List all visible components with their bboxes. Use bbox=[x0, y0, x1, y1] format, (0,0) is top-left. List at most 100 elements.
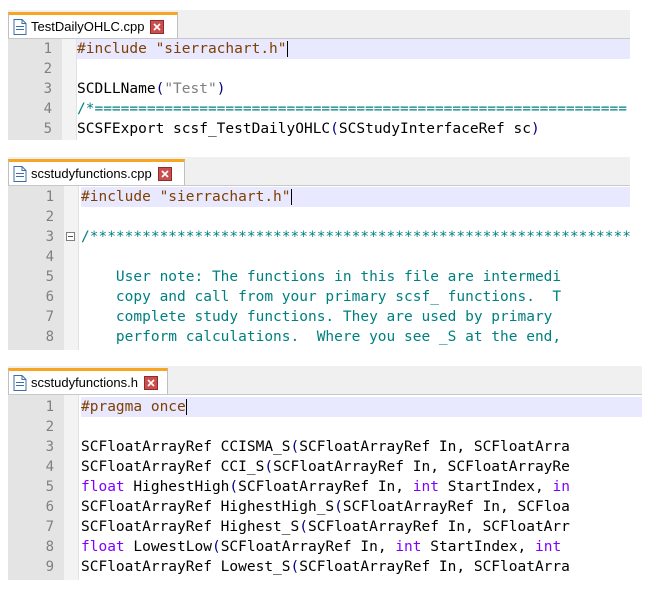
current-line[interactable]: #include "sierrachart.h" bbox=[77, 39, 630, 59]
code-line-text: #include "sierrachart.h" bbox=[77, 39, 288, 59]
code-token: SCFloatArrayRef In, SCFloatArra bbox=[299, 559, 570, 575]
tab-bar: scstudyfunctions.h bbox=[8, 366, 642, 395]
fold-margin bbox=[64, 186, 79, 350]
code-line-text: /*======================================… bbox=[77, 99, 627, 119]
code-line[interactable] bbox=[81, 417, 642, 437]
line-number: 3 bbox=[8, 227, 64, 247]
code-line[interactable]: SCFloatArrayRef HighestHigh_S(SCFloatArr… bbox=[81, 497, 642, 517]
current-line[interactable]: #pragma once bbox=[81, 397, 642, 417]
code-token: SCFloatArrayRef In, bbox=[220, 539, 396, 555]
line-number: 7 bbox=[8, 307, 64, 327]
code-token: SCFloatArrayRef In, SCFloatArr bbox=[307, 519, 570, 535]
code-token: User note: The functions in this file ar… bbox=[81, 269, 562, 285]
code-token: SCSFExport scsf_TestDailyOHLC bbox=[77, 121, 331, 137]
line-number: 1 bbox=[8, 39, 62, 59]
code-line[interactable]: SCFloatArrayRef CCISMA_S(SCFloatArrayRef… bbox=[81, 437, 642, 457]
current-line[interactable]: #include "sierrachart.h" bbox=[81, 187, 630, 207]
code-token: StartIndex, bbox=[421, 539, 536, 555]
line-number-text: 8 bbox=[45, 329, 54, 345]
code-line[interactable]: SCSFExport scsf_TestDailyOHLC(SCStudyInt… bbox=[77, 119, 630, 139]
code-line[interactable] bbox=[81, 207, 630, 227]
tab-bar: scstudyfunctions.cpp bbox=[8, 157, 630, 186]
code-token: ( bbox=[334, 499, 343, 515]
line-number: 1 bbox=[8, 187, 64, 207]
tab-title: scstudyfunctions.cpp bbox=[31, 166, 152, 181]
tab-title: scstudyfunctions.h bbox=[31, 375, 138, 390]
code-token: float bbox=[81, 479, 125, 495]
close-icon[interactable] bbox=[143, 375, 158, 390]
code-line-text: #include "sierrachart.h" bbox=[81, 187, 292, 207]
line-number-text: 6 bbox=[45, 289, 54, 305]
code-token: #include "sierrachart.h" bbox=[81, 189, 291, 205]
line-number-gutter: 1 2 3 4 5 6 7 8 9 bbox=[8, 395, 64, 580]
code-token: SCFloatArrayRef In, SCFloatArrayRe bbox=[273, 459, 570, 475]
line-number-text: 5 bbox=[43, 121, 52, 137]
code-line[interactable]: float HighestHigh(SCFloatArrayRef In, in… bbox=[81, 477, 642, 497]
code-token: int bbox=[412, 479, 439, 495]
code-line-text: SCFloatArrayRef CCISMA_S(SCFloatArrayRef… bbox=[81, 437, 570, 457]
code-token: #include "sierrachart.h" bbox=[77, 41, 287, 57]
code-token: ( bbox=[290, 439, 300, 455]
code-token: "Test" bbox=[164, 81, 217, 97]
line-number: 1 bbox=[8, 397, 64, 417]
line-number-text: 2 bbox=[43, 61, 52, 77]
tab-scstudyfunctions-cpp[interactable]: scstudyfunctions.cpp bbox=[8, 159, 185, 185]
fold-margin bbox=[64, 395, 79, 580]
code-line[interactable]: SCFloatArrayRef CCI_S(SCFloatArrayRef In… bbox=[81, 457, 642, 477]
code-area[interactable]: #pragma once SCFloatArrayRef CCISMA_S(SCF… bbox=[81, 395, 642, 580]
code-line-text: float LowestLow(SCFloatArrayRef In, int … bbox=[81, 537, 561, 557]
code-token: ( bbox=[330, 121, 339, 137]
code-token: SCFloatArrayRef In, SCFloa bbox=[342, 499, 570, 515]
line-number: 2 bbox=[8, 417, 64, 437]
tab-testdailyohlc-cpp[interactable]: TestDailyOHLC.cpp bbox=[8, 12, 178, 38]
line-number-text: 7 bbox=[45, 519, 54, 535]
code-token: int bbox=[535, 539, 562, 555]
code-line[interactable]: SCFloatArrayRef Lowest_S(SCFloatArrayRef… bbox=[81, 557, 642, 577]
line-number-text: 4 bbox=[43, 101, 52, 117]
code-token: SCStudyInterfaceRef sc bbox=[338, 121, 531, 137]
code-area[interactable]: #include "sierrachart.h" SCDLLName("Test"… bbox=[77, 39, 630, 140]
code-token: SCFloatArrayRef CCI_S bbox=[81, 459, 265, 475]
code-line[interactable]: complete study functions. They are used … bbox=[81, 307, 630, 327]
close-icon[interactable] bbox=[150, 19, 165, 34]
code-line[interactable]: /*======================================… bbox=[77, 99, 630, 119]
code-token: SCDLLName bbox=[77, 81, 156, 97]
code-token: ( bbox=[229, 479, 239, 495]
code-area[interactable]: #include "sierrachart.h" /***************… bbox=[81, 186, 630, 350]
code-line[interactable]: /***************************************… bbox=[81, 227, 630, 247]
code-editor[interactable]: 1 2 3 4 5 6 7 8 #include "sierrachart.h" /******… bbox=[8, 186, 630, 350]
line-number: 8 bbox=[8, 537, 64, 557]
line-number-gutter: 1 2 3 4 5 bbox=[8, 39, 62, 140]
code-token: /*======================================… bbox=[77, 101, 627, 117]
line-number-text: 2 bbox=[45, 209, 54, 225]
code-line-text: SCFloatArrayRef CCI_S(SCFloatArrayRef In… bbox=[81, 457, 570, 477]
line-number-text: 4 bbox=[45, 249, 54, 265]
line-number: 4 bbox=[8, 99, 62, 119]
code-editor[interactable]: 1 2 3 4 5 6 7 8 9 #pragma once SCFloatArrayRef CC… bbox=[8, 395, 642, 580]
fold-minus-icon[interactable] bbox=[66, 232, 75, 241]
tab-title: TestDailyOHLC.cpp bbox=[31, 19, 145, 34]
code-editor[interactable]: 12345 #include "sierrachart.h" SCDLLName(… bbox=[8, 39, 630, 140]
line-number: 2 bbox=[8, 207, 64, 227]
code-line[interactable]: SCFloatArrayRef Highest_S(SCFloatArrayRe… bbox=[81, 517, 642, 537]
code-token: ) bbox=[530, 121, 540, 137]
code-token: SCFloatArrayRef CCISMA_S bbox=[81, 439, 291, 455]
code-line[interactable] bbox=[81, 247, 630, 267]
code-line[interactable]: SCDLLName("Test") bbox=[77, 79, 630, 99]
code-token: ( bbox=[155, 81, 165, 97]
code-line[interactable]: User note: The functions in this file ar… bbox=[81, 267, 630, 287]
code-line[interactable] bbox=[77, 59, 630, 79]
code-token: SCFloatArrayRef In, bbox=[238, 479, 413, 495]
code-token: HighestHigh bbox=[124, 479, 230, 495]
code-line-text: SCSFExport scsf_TestDailyOHLC(SCStudyInt… bbox=[77, 119, 540, 139]
code-line[interactable]: float LowestLow(SCFloatArrayRef In, int … bbox=[81, 537, 642, 557]
line-number-text: 1 bbox=[45, 399, 54, 415]
line-number: 2 bbox=[8, 59, 62, 79]
code-line[interactable]: copy and call from your primary scsf_ fu… bbox=[81, 287, 630, 307]
code-line[interactable]: perform calculations. Where you see _S a… bbox=[81, 327, 630, 347]
code-line-text: float HighestHigh(SCFloatArrayRef In, in… bbox=[81, 477, 570, 497]
code-line-text: SCFloatArrayRef HighestHigh_S(SCFloatArr… bbox=[81, 497, 570, 517]
file-icon bbox=[13, 165, 27, 182]
close-icon[interactable] bbox=[157, 166, 172, 181]
tab-scstudyfunctions-h[interactable]: scstudyfunctions.h bbox=[8, 368, 168, 394]
